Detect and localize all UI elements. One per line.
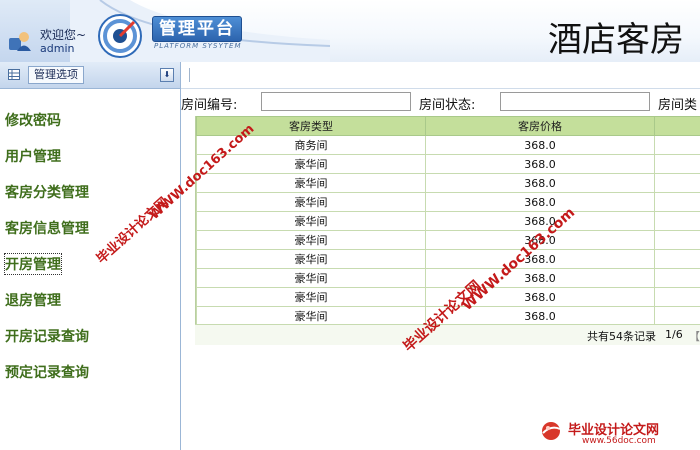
table-row[interactable]: 豪华间 368.0 xyxy=(196,173,700,193)
sidebar-item-check-in-records[interactable]: 开房记录查询 xyxy=(5,326,89,346)
cell-room-type: 豪华间 xyxy=(196,287,426,307)
room-table-body: 商务间 368.0 豪华间 368.0 豪华间 368.0 豪华间 368.0 豪华间 368.0… xyxy=(196,135,700,326)
table-row[interactable]: 豪华间 368.0 xyxy=(196,306,700,326)
main-content: 房间编号: 房间状态: 房间类 客房类型 客房价格 商务间 368.0 豪华间 368… xyxy=(181,62,700,450)
room-table: 客房类型 客房价格 商务间 368.0 豪华间 368.0 豪华间 368.0 豪华间 368… xyxy=(196,116,700,326)
menu-title: 管理选项 xyxy=(28,66,84,84)
corner-watermark-url: www.56doc.com xyxy=(582,436,656,446)
cell-extra xyxy=(654,154,700,174)
sidebar-item-change-password[interactable]: 修改密码 xyxy=(5,110,61,130)
platform-subtitle: PLATFORM SYSYTEM xyxy=(154,42,242,50)
cell-room-price: 368.0 xyxy=(425,230,655,250)
room-number-label: 房间编号: xyxy=(181,98,238,113)
cell-room-type: 豪华间 xyxy=(196,268,426,288)
table-row[interactable]: 豪华间 368.0 xyxy=(196,268,700,288)
cell-room-type: 豪华间 xyxy=(196,173,426,193)
cell-room-price: 368.0 xyxy=(425,135,655,155)
cell-extra xyxy=(654,192,700,212)
cell-room-price: 368.0 xyxy=(425,173,655,193)
table-row[interactable]: 豪华间 368.0 xyxy=(196,249,700,269)
cell-room-price: 368.0 xyxy=(425,154,655,174)
sidebar-item-room-info-management[interactable]: 客房信息管理 xyxy=(5,218,89,238)
cell-room-price: 368.0 xyxy=(425,211,655,231)
table-row[interactable]: 豪华间 368.0 xyxy=(196,192,700,212)
grid-icon xyxy=(8,69,20,80)
cell-room-type: 豪华间 xyxy=(196,306,426,326)
cell-extra xyxy=(654,268,700,288)
cell-room-type: 豪华间 xyxy=(196,249,426,269)
table-row[interactable]: 豪华间 368.0 xyxy=(196,154,700,174)
platform-title: 管理平台 xyxy=(152,16,242,42)
cell-room-type: 豪华间 xyxy=(196,154,426,174)
sidebar-item-reservation-records[interactable]: 预定记录查询 xyxy=(5,362,89,382)
cell-extra xyxy=(654,173,700,193)
cell-room-price: 368.0 xyxy=(425,268,655,288)
sidebar: 管理选项 ⬇ 修改密码 用户管理 客房分类管理 客房信息管理 开房管理 退房管理… xyxy=(0,62,181,450)
record-count-text: 共有54条记录 xyxy=(587,330,656,343)
user-icon xyxy=(9,32,31,51)
toolbar-strip xyxy=(181,62,700,89)
table-header-row: 客房类型 客房价格 xyxy=(196,116,700,136)
sidebar-header: 管理选项 ⬇ xyxy=(0,62,180,89)
cell-room-price: 368.0 xyxy=(425,306,655,326)
cell-extra xyxy=(654,287,700,307)
cell-room-type: 豪华间 xyxy=(196,192,426,212)
cell-extra xyxy=(654,211,700,231)
column-header-room-price[interactable]: 客房价格 xyxy=(425,116,655,136)
cell-room-type: 豪华间 xyxy=(196,211,426,231)
table-row[interactable]: 豪华间 368.0 xyxy=(196,230,700,250)
watermark-ball-icon xyxy=(542,422,561,440)
toolbar-separator xyxy=(189,68,190,82)
cell-room-price: 368.0 xyxy=(425,287,655,307)
table-row[interactable]: 豪华间 368.0 xyxy=(196,211,700,231)
cell-room-price: 368.0 xyxy=(425,192,655,212)
collapse-button[interactable]: ⬇ xyxy=(160,68,174,82)
room-number-input[interactable] xyxy=(261,92,411,111)
table-row[interactable]: 豪华间 368.0 xyxy=(196,287,700,307)
room-type-label: 房间类 xyxy=(658,98,698,113)
column-header-room-type[interactable]: 客房类型 xyxy=(196,116,426,136)
cell-room-price: 368.0 xyxy=(425,249,655,269)
cell-extra xyxy=(654,249,700,269)
room-table-container: 客房类型 客房价格 商务间 368.0 豪华间 368.0 豪华间 368.0 豪华间 368… xyxy=(195,116,700,344)
cell-extra xyxy=(654,230,700,250)
room-status-input[interactable] xyxy=(500,92,650,111)
hotel-title: 酒店客房 xyxy=(548,20,684,60)
welcome-text: 欢迎您~ xyxy=(40,28,87,42)
sidebar-item-check-in-management[interactable]: 开房管理 xyxy=(4,253,62,275)
cell-room-type: 豪华间 xyxy=(196,230,426,250)
page-indicator: 1/6 xyxy=(665,328,683,341)
sidebar-item-user-management[interactable]: 用户管理 xyxy=(5,146,61,166)
table-row[interactable]: 商务间 368.0 xyxy=(196,135,700,155)
sidebar-item-check-out-management[interactable]: 退房管理 xyxy=(5,290,61,310)
pager-prev-button[interactable]: 【 xyxy=(689,328,700,344)
sidebar-item-room-category-management[interactable]: 客房分类管理 xyxy=(5,182,89,202)
column-header-extra xyxy=(654,116,700,136)
cell-extra xyxy=(654,135,700,155)
platform-logo-icon xyxy=(98,14,142,58)
room-status-label: 房间状态: xyxy=(419,98,476,113)
cell-extra xyxy=(654,306,700,326)
cell-room-type: 商务间 xyxy=(196,135,426,155)
header: 欢迎您~ admin 管理平台 PLATFORM SYSYTEM 酒店客房 xyxy=(0,0,700,62)
username-text: admin xyxy=(40,42,75,55)
pager: 共有54条记录 1/6 【 xyxy=(195,324,700,345)
